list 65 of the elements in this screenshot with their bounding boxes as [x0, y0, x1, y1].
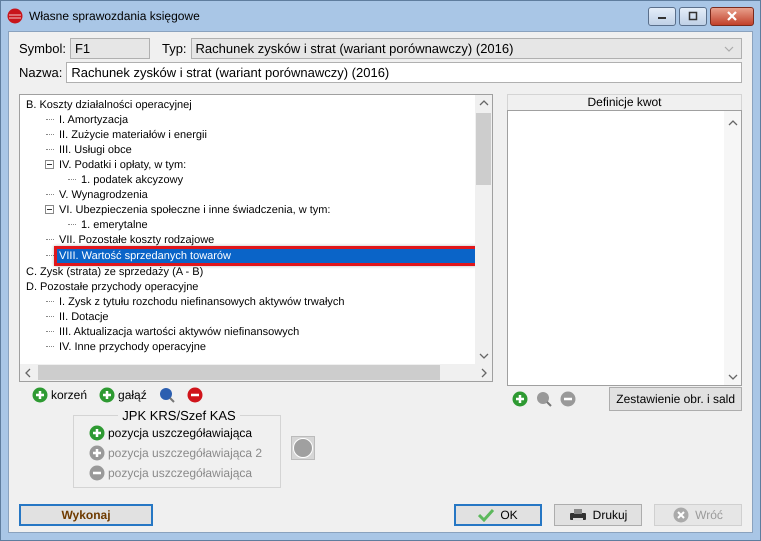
ok-button[interactable]: OK — [454, 504, 542, 526]
vertical-scrollbar[interactable] — [475, 95, 492, 364]
tree-item[interactable]: II. Zużycie materiałów i energii — [57, 128, 209, 142]
minimize-button[interactable] — [648, 6, 676, 26]
plus-icon — [99, 387, 116, 403]
type-label: Typ: — [162, 41, 187, 56]
cancel-icon — [673, 507, 690, 523]
maximize-button[interactable] — [679, 6, 707, 26]
tree-item[interactable]: B. Koszty działalności operacyjnej — [24, 98, 194, 112]
scroll-left-icon[interactable] — [24, 368, 32, 378]
tree-item[interactable]: IV. Podatki i opłaty, w tym: — [57, 158, 188, 172]
printer-icon — [568, 508, 587, 522]
scroll-thumb[interactable] — [38, 365, 440, 380]
scroll-down-icon[interactable] — [728, 373, 738, 381]
tree-item[interactable]: IV. Inne przychody operacyjne — [57, 340, 208, 354]
minus-icon — [186, 387, 203, 403]
tree-item[interactable]: III. Aktualizacja wartości aktywów niefinansowych — [57, 324, 302, 338]
collapse-icon[interactable] — [45, 160, 54, 169]
scroll-right-icon[interactable] — [480, 368, 488, 378]
add-item-button[interactable]: pozycja uszczegóławiająca — [86, 425, 272, 441]
tree-item[interactable]: VII. Pozostałe koszty rodzajowe — [57, 232, 216, 246]
plus-icon — [32, 387, 48, 403]
group-title: JPK KRS/Szef KAS — [121, 408, 237, 423]
search-icon — [158, 387, 175, 403]
name-label: Nazwa: — [19, 65, 62, 80]
summary-button[interactable]: Zestawienie obr. i sald — [609, 387, 742, 411]
tree-item[interactable]: I. Zysk z tytułu rozchodu niefinansowych aktywów trwałych — [57, 294, 347, 308]
tree-item[interactable]: D. Pozostałe przychody operacyjne — [24, 280, 200, 294]
scroll-up-icon[interactable] — [728, 119, 738, 127]
tree-item[interactable]: 1. emerytalne — [79, 218, 150, 232]
checkmark-icon — [478, 508, 494, 522]
plus-icon — [89, 425, 105, 441]
tree-item[interactable]: V. Wynagrodzenia — [57, 188, 150, 202]
symbol-field[interactable]: F1 — [70, 38, 150, 59]
name-field[interactable]: Rachunek zysków i strat (wariant porównawczy) (2016) — [66, 62, 742, 83]
scroll-up-icon[interactable] — [478, 99, 488, 107]
add-button[interactable]: gałąź — [96, 387, 150, 403]
search-icon — [536, 391, 552, 407]
close-button[interactable] — [710, 6, 754, 26]
plus-icon — [512, 391, 528, 407]
minus-icon — [89, 465, 105, 481]
scroll-down-icon[interactable] — [478, 352, 488, 360]
plus-icon — [89, 445, 105, 461]
tree-item[interactable]: VIII. Wartość sprzedanych towarów — [57, 248, 475, 262]
run-button[interactable]: Wykonaj — [19, 504, 153, 526]
collapse-icon[interactable] — [45, 205, 54, 214]
scroll-thumb[interactable] — [476, 113, 491, 185]
tree-item[interactable]: I. Amortyzacja — [57, 112, 130, 126]
circle-icon — [293, 438, 313, 458]
tree-item[interactable]: III. Usługi obce — [57, 142, 134, 156]
symbol-label: Symbol: — [19, 41, 66, 56]
add-button[interactable]: korzeń — [29, 387, 90, 403]
horizontal-scrollbar[interactable] — [20, 364, 492, 381]
tree-item[interactable]: C. Zysk (strata) ze sprzedaży (A - B) — [24, 264, 206, 278]
tree-item[interactable]: VI. Ubezpieczenia społeczne i inne świadczenia, w tym: — [57, 202, 332, 216]
window-title: Własne sprawozdania księgowe — [29, 9, 200, 23]
app-logo-icon — [7, 8, 23, 24]
close-icon — [726, 11, 738, 21]
maximize-icon — [688, 11, 698, 21]
print-button[interactable]: Drukuj — [554, 504, 642, 526]
tree-item[interactable]: II. Dotacje — [57, 310, 111, 324]
minus-icon — [560, 391, 576, 407]
type-value: Rachunek zysków i strat (wariant porównawczy) (2016) — [196, 41, 514, 56]
tree-item[interactable]: 1. podatek akcyzowy — [79, 172, 186, 186]
status-button[interactable] — [291, 436, 315, 460]
